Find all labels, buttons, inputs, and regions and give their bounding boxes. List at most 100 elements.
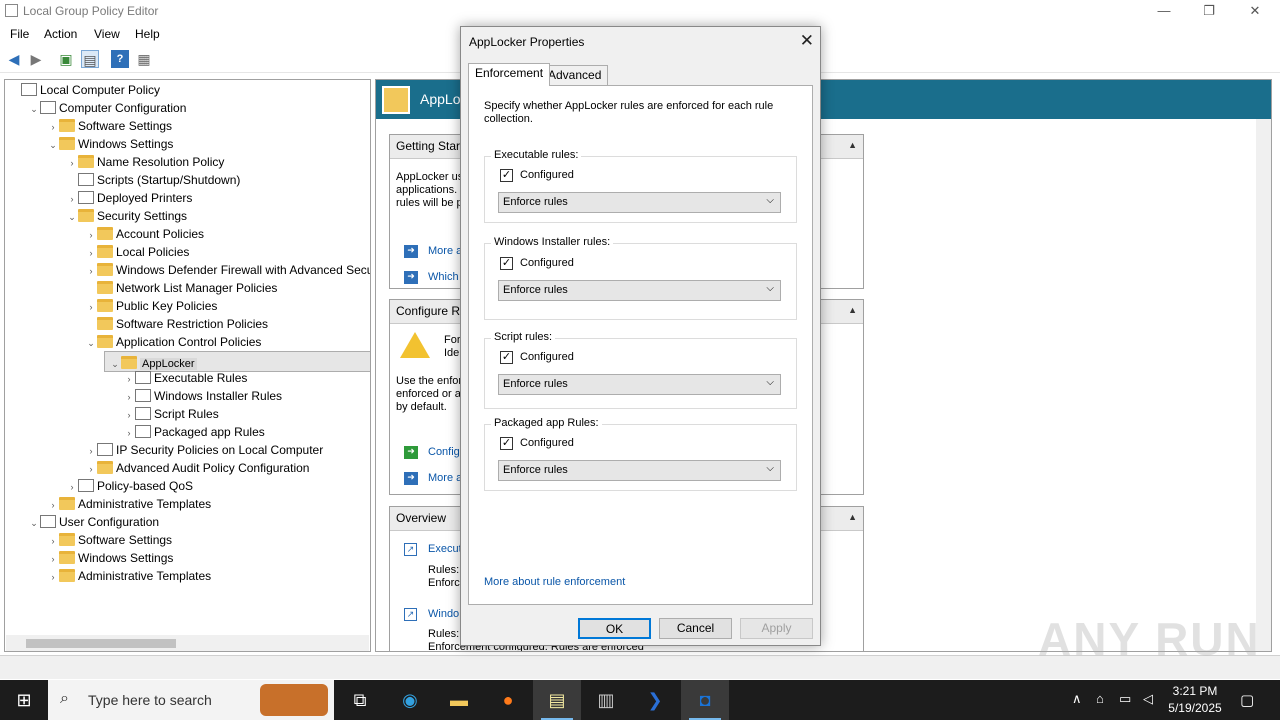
tree-item[interactable]: › Packaged app Rules [123, 423, 265, 441]
gpedit-taskbar-icon[interactable]: ▥ [582, 680, 630, 720]
tree-item[interactable]: Local Computer Policy [9, 81, 160, 99]
collapsed-chevron-icon[interactable]: › [47, 532, 59, 550]
collapsed-chevron-icon[interactable]: › [47, 118, 59, 136]
help-icon[interactable]: ? [111, 50, 129, 68]
cancel-button[interactable]: Cancel [659, 618, 732, 639]
forward-arrow-icon[interactable]: ▶ [27, 50, 45, 68]
collapsed-chevron-icon[interactable]: › [85, 244, 97, 262]
horizontal-scrollbar[interactable] [6, 635, 369, 651]
expanded-chevron-icon[interactable]: ⌄ [109, 355, 121, 373]
expanded-chevron-icon[interactable]: ⌄ [66, 208, 78, 226]
tree-item[interactable]: ⌄ Computer Configuration [28, 99, 186, 117]
tree-item[interactable]: › Local Policies [85, 243, 189, 261]
expanded-chevron-icon[interactable]: ⌄ [28, 514, 40, 532]
tree-item[interactable]: › Windows Installer Rules [123, 387, 282, 405]
collapsed-chevron-icon[interactable]: › [66, 478, 78, 496]
menu-action[interactable]: Action [44, 27, 77, 41]
collapsed-chevron-icon[interactable]: › [123, 388, 135, 406]
tree-item[interactable]: › Policy-based QoS [66, 477, 193, 495]
tree-item[interactable]: › Executable Rules [123, 369, 247, 387]
collapsed-chevron-icon[interactable]: › [47, 568, 59, 586]
tree-item[interactable]: › Name Resolution Policy [66, 153, 224, 171]
up-folder-icon[interactable]: ▣ [57, 50, 75, 68]
tree-item[interactable]: › Windows Settings [47, 549, 173, 567]
start-button-windows-icon[interactable]: ⊞ [0, 680, 48, 720]
collapsed-chevron-icon[interactable]: › [66, 190, 78, 208]
collapse-icon[interactable]: ▲ [848, 140, 857, 150]
collapse-icon[interactable]: ▲ [848, 305, 857, 315]
tree-item[interactable]: › Software Settings [47, 117, 172, 135]
tree-item[interactable]: › Administrative Templates [47, 495, 211, 513]
more-about-applocker-link[interactable]: More a [428, 245, 462, 257]
more-about-enforcement-link[interactable]: More a [428, 472, 462, 484]
edge-icon[interactable]: ◉ [386, 680, 434, 720]
outlook-icon[interactable]: ◘ [681, 680, 729, 720]
notepad-taskbar-icon[interactable]: ▤ [533, 680, 581, 720]
tree-item[interactable]: › Account Policies [85, 225, 204, 243]
enforcement-select[interactable]: Enforce rules ⌵ [498, 460, 781, 481]
tab-enforcement[interactable]: Enforcement [468, 63, 551, 86]
tree-item[interactable]: › Public Key Policies [85, 297, 217, 315]
enforcement-select[interactable]: Enforce rules ⌵ [498, 192, 781, 213]
expanded-chevron-icon[interactable]: ⌄ [47, 136, 59, 154]
device-icon[interactable]: ⌂ [1096, 691, 1104, 706]
tree-item[interactable]: › Advanced Audit Policy Configuration [85, 459, 309, 477]
tree-item[interactable]: ⌄ Windows Settings [47, 135, 173, 153]
tree-item[interactable]: › Windows Defender Firewall with Advanced… [85, 261, 370, 280]
menu-view[interactable]: View [94, 27, 120, 41]
minimize-button[interactable]: — [1141, 0, 1187, 23]
enforcement-select[interactable]: Enforce rules ⌵ [498, 374, 781, 395]
executable-rules-link[interactable]: Execut [428, 543, 462, 555]
volume-icon[interactable]: ◁ [1143, 691, 1153, 707]
configured-checkbox[interactable]: ✓ [500, 351, 513, 364]
configured-checkbox[interactable]: ✓ [500, 437, 513, 450]
task-view-icon[interactable]: ⧉ [336, 680, 384, 720]
apply-button[interactable]: Apply [740, 618, 813, 639]
tree-item[interactable]: ⌄ User Configuration [28, 513, 159, 531]
network-icon[interactable]: ▭ [1119, 691, 1131, 707]
tree-item[interactable]: › Script Rules [123, 405, 219, 423]
close-window-button[interactable]: ✕ [1232, 0, 1278, 23]
tree-item[interactable]: › Administrative Templates [47, 567, 211, 585]
file-explorer-icon[interactable]: ▬ [435, 680, 483, 720]
collapsed-chevron-icon[interactable]: › [85, 460, 97, 478]
notification-icon[interactable]: ▢ [1240, 691, 1254, 709]
menu-file[interactable]: File [10, 27, 29, 41]
more-about-rule-enforcement-link[interactable]: More about rule enforcement [484, 576, 625, 588]
tree-item[interactable]: ⌄ Security Settings [66, 207, 187, 225]
maximize-button[interactable]: ❐ [1186, 0, 1232, 23]
show-hide-tree-icon[interactable]: ▤ [81, 50, 99, 68]
collapsed-chevron-icon[interactable]: › [85, 262, 97, 280]
ok-button[interactable]: OK [578, 618, 651, 639]
chevron-up-icon[interactable]: ∧ [1072, 691, 1082, 707]
configured-checkbox[interactable]: ✓ [500, 257, 513, 270]
properties-icon[interactable]: ▦ [135, 50, 153, 68]
collapsed-chevron-icon[interactable]: › [85, 298, 97, 316]
collapsed-chevron-icon[interactable]: › [123, 370, 135, 388]
firefox-icon[interactable]: ● [484, 680, 532, 720]
expanded-chevron-icon[interactable]: ⌄ [28, 100, 40, 118]
tree-item[interactable]: Network List Manager Policies [85, 279, 277, 297]
powershell-icon[interactable]: ❯ [631, 680, 679, 720]
collapsed-chevron-icon[interactable]: › [47, 550, 59, 568]
tree-item[interactable]: › IP Security Policies on Local Computer [85, 441, 323, 459]
collapsed-chevron-icon[interactable]: › [66, 154, 78, 172]
collapsed-chevron-icon[interactable]: › [123, 424, 135, 442]
collapse-icon[interactable]: ▲ [848, 512, 857, 522]
collapsed-chevron-icon[interactable]: › [85, 442, 97, 460]
windows-installer-rules-link[interactable]: Windo [428, 608, 459, 620]
collapsed-chevron-icon[interactable]: › [123, 406, 135, 424]
dialog-close-icon[interactable]: ✕ [800, 31, 814, 51]
expanded-chevron-icon[interactable]: ⌄ [85, 334, 97, 352]
enforcement-select[interactable]: Enforce rules ⌵ [498, 280, 781, 301]
tree-item[interactable]: ⌄ Application Control Policies [85, 333, 261, 351]
taskbar-search-box[interactable]: ⌕ Type here to search [48, 680, 334, 720]
tree-item[interactable]: › Software Settings [47, 531, 172, 549]
back-arrow-icon[interactable]: ◀ [5, 50, 23, 68]
scrollbar-thumb[interactable] [26, 639, 176, 648]
tree-item[interactable]: Software Restriction Policies [85, 315, 268, 333]
tree-item[interactable]: Scripts (Startup/Shutdown) [66, 171, 240, 189]
clock[interactable]: 3:21 PM 5/19/2025 [1160, 683, 1230, 717]
menu-help[interactable]: Help [135, 27, 160, 41]
which-editions-link[interactable]: Which [428, 271, 459, 283]
